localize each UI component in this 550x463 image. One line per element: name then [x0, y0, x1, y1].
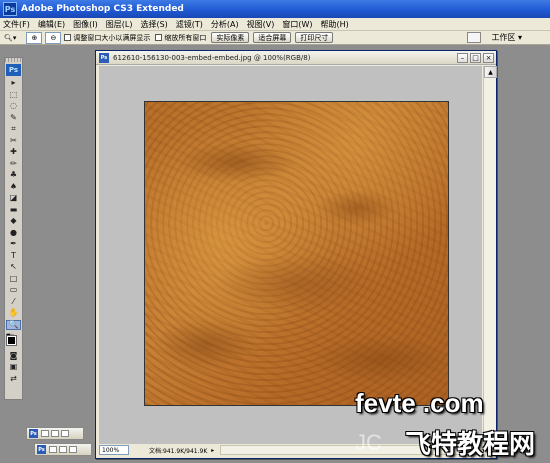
watermark-site: fevte .com — [355, 388, 484, 418]
document-icon: Ps — [99, 52, 109, 63]
minimize-icon[interactable]: – — [457, 53, 468, 63]
menu-view[interactable]: 视图(V) — [247, 19, 275, 30]
clone-stamp-icon[interactable]: ♣ — [6, 170, 21, 180]
watermark-brand: 飞特教程网 — [405, 430, 536, 460]
close-icon[interactable]: × — [483, 53, 494, 63]
app-title-bar: Ps Adobe Photoshop CS3 Extended — [0, 0, 550, 18]
restore-icon[interactable] — [49, 446, 57, 453]
menu-help[interactable]: 帮助(H) — [321, 19, 349, 30]
checkbox-box[interactable] — [155, 34, 163, 41]
document-title: 612610-156130-003-embed-embed.jpg @ 100%… — [113, 53, 311, 62]
close-icon[interactable] — [61, 430, 69, 437]
leather-texture-image[interactable] — [144, 101, 449, 406]
zoom-tool-preset[interactable]: 🔍︎ ▾ — [4, 34, 16, 42]
zoom-out-icon[interactable]: ⊖ — [45, 31, 62, 44]
maximize-icon[interactable] — [51, 430, 59, 437]
healing-icon[interactable]: ✚ — [6, 147, 21, 157]
app-title: Adobe Photoshop CS3 Extended — [21, 4, 184, 14]
hand-icon[interactable]: ✋ — [6, 308, 21, 318]
notes-icon[interactable]: ▭ — [6, 285, 21, 295]
gradient-icon[interactable]: ▬ — [6, 205, 21, 215]
zoom-all-windows-checkbox[interactable]: 缩放所有窗口 — [155, 33, 206, 43]
pen-icon[interactable]: ✒ — [6, 239, 21, 249]
workspace-area: 工作区 ▾ — [467, 32, 522, 43]
type-icon[interactable]: T — [6, 251, 21, 261]
document-title-bar[interactable]: Ps 612610-156130-003-embed-embed.jpg @ 1… — [96, 51, 496, 65]
edit-in-imageready-icon[interactable]: ⇄ — [6, 374, 21, 384]
panel-grip[interactable] — [5, 58, 22, 62]
menu-image[interactable]: 图像(I) — [73, 19, 98, 30]
maximize-icon[interactable] — [59, 446, 67, 453]
watermark-faint: JC — [355, 430, 382, 455]
fit-screen-button[interactable]: 适合屏幕 — [253, 32, 292, 43]
document-icon: Ps — [29, 429, 38, 438]
minimized-document[interactable]: Ps — [26, 427, 84, 440]
restore-icon[interactable] — [41, 430, 49, 437]
maximize-icon[interactable]: □ — [470, 53, 481, 63]
ps-logo: Ps — [6, 64, 21, 76]
menu-layer[interactable]: 图层(L) — [106, 19, 133, 30]
actual-pixels-button[interactable]: 实际像素 — [211, 32, 250, 43]
move-icon[interactable]: ▸ — [6, 78, 21, 88]
options-bar: 🔍︎ ▾ ⊕ ⊖ 调整窗口大小以满屏显示 缩放所有窗口 实际像素 适合屏幕 打印尺… — [0, 31, 550, 45]
magnifier-icon: 🔍︎ — [4, 33, 13, 42]
screen-mode-icon[interactable]: ▣ — [6, 362, 21, 372]
brush-icon[interactable]: ✏ — [6, 159, 21, 169]
history-brush-icon[interactable]: ♠ — [6, 182, 21, 192]
foreground-color-swatch[interactable] — [6, 334, 17, 346]
close-icon[interactable] — [69, 446, 77, 453]
menu-window[interactable]: 窗口(W) — [282, 19, 312, 30]
workspace-menu[interactable]: 工作区 ▾ — [491, 32, 522, 43]
document-icon: Ps — [37, 445, 46, 454]
menu-edit[interactable]: 编辑(E) — [38, 19, 65, 30]
color-swatches: ■▫ — [6, 333, 21, 349]
marquee-icon[interactable]: ⬚ — [6, 90, 21, 100]
resize-windows-label: 调整窗口大小以满屏显示 — [73, 33, 151, 42]
eraser-icon[interactable]: ◪ — [6, 193, 21, 203]
zoom-all-windows-label: 缩放所有窗口 — [164, 33, 207, 42]
scroll-up-icon[interactable]: ▲ — [484, 66, 497, 78]
menu-analysis[interactable]: 分析(A) — [211, 19, 239, 30]
checkbox-box[interactable] — [64, 34, 72, 41]
palette-well-icon[interactable] — [467, 32, 482, 43]
path-select-icon[interactable]: ↖ — [6, 262, 21, 272]
slice-icon[interactable]: ✂ — [6, 136, 21, 146]
zoom-icon[interactable]: 🔍 — [6, 319, 21, 330]
menu-select[interactable]: 选择(S) — [140, 19, 167, 30]
menu-file[interactable]: 文件(F) — [3, 19, 30, 30]
dodge-icon[interactable]: ● — [6, 228, 21, 238]
minimized-document[interactable]: Ps — [34, 443, 92, 456]
zoom-level-field[interactable]: 100% — [99, 445, 129, 455]
quick-mask-icon[interactable]: ◙ — [6, 351, 21, 361]
menu-filter[interactable]: 滤镜(T) — [176, 19, 203, 30]
window-controls: – □ × — [455, 53, 494, 63]
status-menu-arrow-icon[interactable]: ▸ — [211, 447, 214, 454]
tools-panel: Ps ▸ ⬚◌ ✎⌗ ✂✚ ✏♣ ♠◪ ▬◆ ●✒ T↖ □▭ ⁄✋🔍 ■▫ ◙ ▣ ⇄ — [4, 57, 23, 400]
resize-windows-checkbox[interactable]: 调整窗口大小以满屏显示 — [64, 33, 150, 43]
photoshop-app-icon: Ps — [3, 2, 17, 16]
lasso-icon[interactable]: ◌ — [6, 101, 21, 111]
menu-bar: 文件(F) 编辑(E) 图像(I) 图层(L) 选择(S) 滤镜(T) 分析(A… — [0, 18, 550, 31]
quick-select-icon[interactable]: ✎ — [6, 113, 21, 123]
blur-icon[interactable]: ◆ — [6, 216, 21, 226]
print-size-button[interactable]: 打印尺寸 — [295, 32, 334, 43]
zoom-in-icon[interactable]: ⊕ — [26, 31, 43, 44]
chevron-down-icon: ▾ — [12, 33, 17, 42]
eyedropper-icon[interactable]: ⁄ — [6, 297, 21, 307]
crop-icon[interactable]: ⌗ — [6, 124, 21, 134]
vertical-scrollbar[interactable]: ▲ ▼ — [483, 66, 497, 444]
document-size-info[interactable]: 文档:941.9K/941.9K — [149, 446, 207, 455]
shape-icon[interactable]: □ — [6, 274, 21, 284]
